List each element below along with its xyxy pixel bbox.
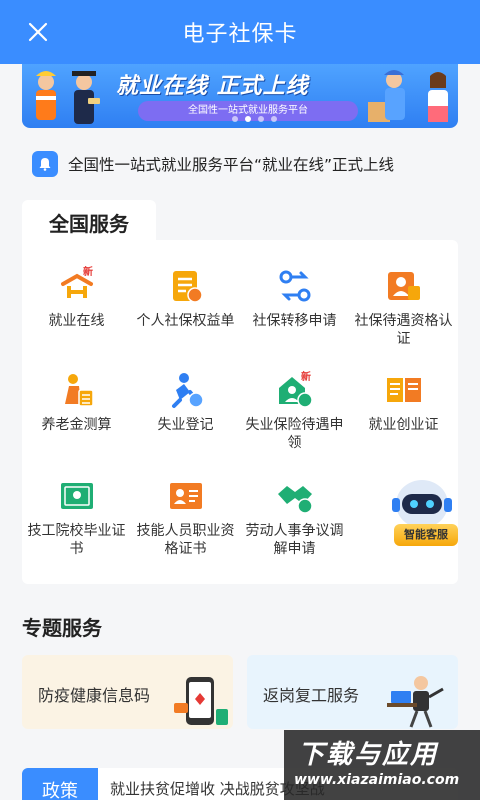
topic-health-code[interactable]: 防疫健康信息码: [22, 655, 233, 729]
service-label: 就业在线: [48, 313, 105, 329]
skill-certificate-icon: [169, 483, 202, 509]
service-label: 养老金测算: [41, 417, 112, 433]
page-title: 电子社保卡: [182, 22, 298, 47]
service-label: 社保待遇资格认证: [354, 313, 453, 347]
service-unemployment-registration[interactable]: 失业登记: [131, 370, 240, 434]
topic-services-title: 专题服务: [22, 616, 102, 640]
service-label: 技能人员职业资格证书: [136, 523, 235, 557]
banner-dot[interactable]: [258, 116, 264, 122]
service-unemployment-insurance[interactable]: 新 失业保险待遇申领: [240, 370, 349, 452]
service-label: 失业保险待遇申领: [245, 417, 344, 451]
technical-diploma-icon: [60, 483, 93, 509]
rights-statement-icon: [172, 271, 203, 303]
service-job-online[interactable]: 新 就业在线: [22, 266, 131, 330]
banner-pagination: [232, 116, 277, 122]
banner-dot[interactable]: [271, 116, 277, 122]
close-icon[interactable]: [22, 16, 54, 48]
service-label: 劳动人事争议调解申请: [245, 523, 344, 557]
office-worker-icon: [387, 676, 444, 728]
banner-figures-left-icon: [36, 71, 100, 124]
topic-label: 防疫健康信息码: [38, 686, 151, 705]
topic-label: 返岗复工服务: [263, 686, 360, 705]
phone-health-icon: [174, 677, 228, 725]
unemployment-registration-icon: [171, 373, 204, 408]
service-benefit-certification[interactable]: 社保待遇资格认证: [349, 266, 458, 348]
announcement-text: 全国性一站式就业服务平台“就业在线”正式上线: [68, 156, 395, 174]
watermark-title: 下载与应用: [298, 740, 439, 770]
service-label: 失业登记: [157, 417, 214, 433]
entrepreneurship-card-icon: [386, 378, 421, 402]
service-skill-certificate[interactable]: 技能人员职业资格证书: [131, 476, 240, 558]
job-online-icon: 新: [60, 266, 93, 298]
service-label: 就业创业证: [368, 417, 439, 433]
service-mediation[interactable]: 劳动人事争议调解申请: [240, 476, 349, 558]
unemployment-insurance-icon: 新: [278, 370, 313, 408]
title-bar: 电子社保卡: [0, 0, 480, 64]
service-rights-statement[interactable]: 个人社保权益单: [131, 266, 240, 330]
banner-figures-right-icon: [368, 70, 448, 122]
service-label: 个人社保权益单: [136, 313, 235, 329]
announcement-bar[interactable]: 全国性一站式就业服务平台“就业在线”正式上线: [22, 146, 458, 182]
mediation-icon: [277, 486, 313, 514]
site-watermark: 下载与应用 www.xiazaimiao.com: [284, 730, 480, 800]
watermark-url: www.xiazaimiao.com: [294, 772, 460, 788]
banner-dot[interactable]: [232, 116, 238, 122]
service-label: 社保转移申请: [252, 313, 337, 329]
bell-icon: [32, 151, 58, 177]
new-badge: 新: [301, 370, 311, 383]
service-pension-calculator[interactable]: 养老金测算: [22, 370, 131, 434]
smart-support-button[interactable]: 智能客服: [382, 476, 462, 546]
pension-calculator-icon: [64, 374, 94, 407]
policy-tag: 政策: [22, 768, 98, 800]
banner-headline: 就业在线 正式上线: [116, 74, 309, 99]
service-transfer[interactable]: 社保转移申请: [240, 266, 349, 330]
service-technical-diploma[interactable]: 技工院校毕业证书: [22, 476, 131, 558]
topic-return-to-work[interactable]: 返岗复工服务: [247, 655, 458, 729]
promo-banner[interactable]: 就业在线 正式上线 全国性一站式就业服务平台: [22, 64, 458, 128]
national-services-tab: 全国服务: [22, 200, 156, 244]
benefit-certification-icon: [387, 272, 420, 300]
service-entrepreneurship-card[interactable]: 就业创业证: [349, 370, 458, 434]
banner-dot[interactable]: [245, 116, 251, 122]
smart-support-label: 智能客服: [394, 524, 458, 546]
transfer-icon: [279, 270, 310, 302]
new-badge: 新: [83, 266, 93, 278]
service-label: 技工院校毕业证书: [27, 523, 126, 557]
